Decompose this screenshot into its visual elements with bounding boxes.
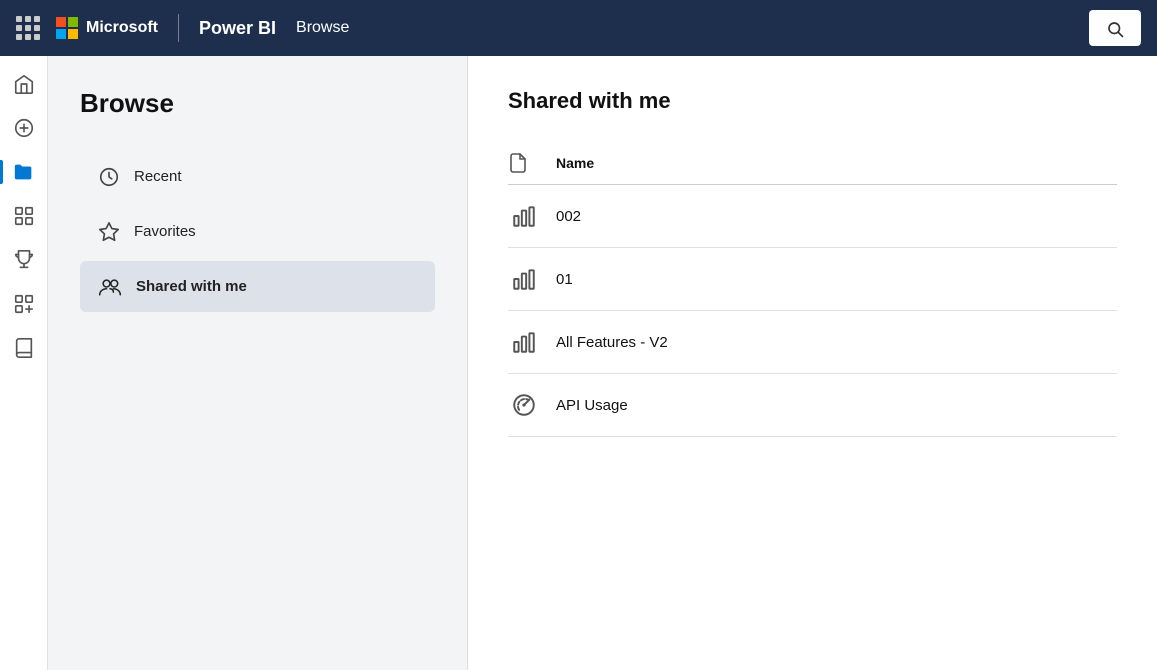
main-area: Browse Recent Favorites: [0, 56, 1157, 670]
browse-item-shared[interactable]: Shared with me: [80, 261, 435, 312]
browse-item-favorites[interactable]: Favorites: [80, 206, 435, 257]
row-name-apiusage: API Usage: [556, 397, 628, 414]
table-row[interactable]: All Features - V2: [508, 311, 1117, 374]
row-name-01: 01: [556, 271, 573, 288]
sidebar-learn-icon[interactable]: [4, 328, 44, 368]
icon-sidebar: [0, 56, 48, 670]
sidebar-hub-icon[interactable]: [4, 196, 44, 236]
table-row[interactable]: 01: [508, 248, 1117, 311]
browse-menu: Recent Favorites: [80, 151, 435, 312]
sidebar-apps-icon[interactable]: [4, 284, 44, 324]
browse-item-recent[interactable]: Recent: [80, 151, 435, 202]
browse-title: Browse: [80, 88, 435, 119]
microsoft-label: Microsoft: [86, 19, 158, 37]
browse-panel: Browse Recent Favorites: [48, 56, 468, 670]
sidebar-browse-icon[interactable]: [4, 152, 44, 192]
content-panel: Shared with me Name 002: [468, 56, 1157, 670]
top-nav: Microsoft Power BI Browse: [0, 0, 1157, 56]
bar-chart-icon-allfeatures: [508, 329, 540, 355]
bar-chart-icon-002: [508, 203, 540, 229]
search-icon: [1106, 18, 1124, 39]
browse-item-favorites-label: Favorites: [134, 223, 196, 240]
bar-chart-icon-01: [508, 266, 540, 292]
star-icon: [98, 220, 120, 243]
name-column-label: Name: [556, 155, 594, 171]
row-name-002: 002: [556, 208, 581, 225]
row-name-allfeatures: All Features - V2: [556, 334, 668, 351]
name-column-icon: [508, 152, 540, 174]
gauge-icon-apiusage: [508, 392, 540, 418]
page-name: Browse: [296, 19, 349, 37]
content-title: Shared with me: [508, 88, 1117, 114]
table-row[interactable]: 002: [508, 185, 1117, 248]
nav-divider: [178, 14, 179, 42]
browse-item-recent-label: Recent: [134, 168, 182, 185]
table-header: Name: [508, 142, 1117, 185]
clock-icon: [98, 165, 120, 188]
people-icon: [98, 275, 122, 298]
sidebar-create-icon[interactable]: [4, 108, 44, 148]
microsoft-logo[interactable]: Microsoft: [56, 17, 158, 39]
waffle-menu[interactable]: [16, 16, 40, 40]
app-name: Power BI: [199, 18, 276, 39]
browse-item-shared-label: Shared with me: [136, 278, 247, 295]
sidebar-home-icon[interactable]: [4, 64, 44, 104]
sidebar-goals-icon[interactable]: [4, 240, 44, 280]
table-row[interactable]: API Usage: [508, 374, 1117, 437]
search-box[interactable]: [1089, 10, 1141, 46]
